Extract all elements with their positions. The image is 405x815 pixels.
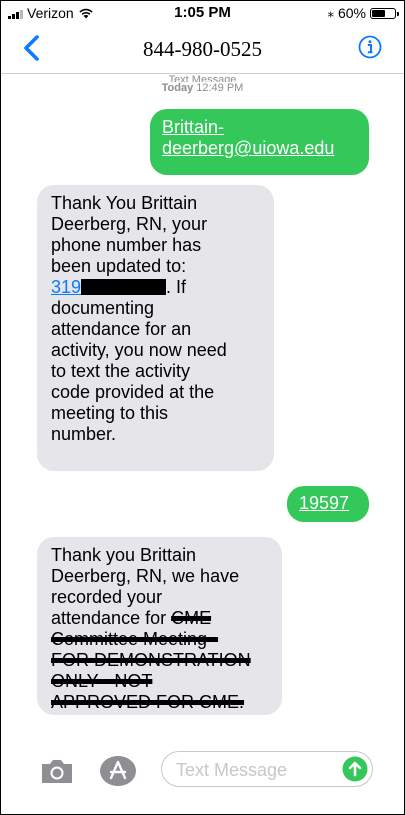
info-icon[interactable]	[358, 35, 382, 59]
struck-line: FOR DEMONSTRATION	[51, 650, 251, 670]
struck-text: CME	[171, 608, 212, 628]
compose-bar: Text Message	[1, 741, 404, 811]
battery-percent: 60%	[337, 5, 366, 21]
message-line: attendance for CME	[51, 608, 268, 629]
phone-link[interactable]: 319	[51, 277, 81, 297]
timestamp-time: 12:49 PM	[196, 82, 244, 94]
attendance-prefix: attendance for	[51, 608, 172, 628]
status-bar: Verizon 1:05 PM ⁎ 60%	[1, 1, 404, 25]
message-line: to text the activity	[51, 361, 191, 381]
message-line: recorded your	[51, 587, 163, 607]
struck-line: ONLY - NOT	[51, 671, 153, 691]
message-line: phone number has	[51, 235, 202, 255]
contact-number[interactable]: 844-980-0525	[1, 37, 404, 62]
camera-icon[interactable]	[39, 757, 75, 785]
message-input[interactable]: Text Message	[161, 751, 373, 787]
bluetooth-icon: ⁎	[327, 5, 334, 20]
conversation-header: 844-980-0525	[1, 25, 404, 74]
struck-line: APPROVED FOR CME.	[51, 692, 245, 712]
battery-icon	[370, 7, 399, 19]
email-link-line-1[interactable]: Brittain-	[162, 117, 357, 138]
phone-screen: Verizon 1:05 PM ⁎ 60% 844-980-0525 Text …	[0, 0, 405, 815]
incoming-message-confirmation[interactable]: Thank You Brittain Deerberg, RN, your ph…	[37, 185, 274, 471]
message-line: Deerberg, RN, your	[51, 214, 208, 234]
message-input-placeholder: Text Message	[176, 760, 288, 780]
incoming-message-attendance[interactable]: Thank you Brittain Deerberg, RN, we have…	[37, 537, 282, 715]
email-link-line-2[interactable]: deerberg@uiowa.edu	[162, 138, 357, 159]
app-store-icon[interactable]	[99, 755, 137, 787]
outgoing-message-email[interactable]: Brittain- deerberg@uiowa.edu	[150, 109, 369, 175]
activity-code[interactable]: 19597	[299, 493, 349, 513]
message-line: Deerberg, RN, we have	[51, 566, 240, 586]
message-line: documenting	[51, 298, 155, 318]
message-line-tail: . If	[166, 277, 187, 297]
message-line: number.	[51, 424, 117, 444]
timestamp-day: Today	[161, 82, 194, 94]
phone-line: 319 . If	[51, 277, 260, 298]
message-line: Thank You Brittain	[51, 193, 198, 213]
message-line: code provided at the	[51, 382, 215, 402]
send-arrow-icon[interactable]	[342, 756, 368, 782]
message-line: Thank you Brittain	[51, 545, 197, 565]
thread-service-label: Text Message	[168, 75, 237, 82]
message-line: meeting to this	[51, 403, 169, 423]
thread-timestamp: Text Message Today 12:49 PM	[1, 75, 404, 95]
outgoing-message-code[interactable]: 19597	[287, 486, 369, 522]
struck-line: Committee Meeting -	[51, 629, 219, 649]
battery-group: ⁎ 60%	[327, 5, 399, 21]
battery-fill	[372, 9, 386, 17]
message-line: attendance for an	[51, 319, 192, 339]
redaction-bar	[81, 279, 167, 295]
message-line: activity, you now need	[51, 340, 227, 360]
message-line: been updated to:	[51, 256, 187, 276]
